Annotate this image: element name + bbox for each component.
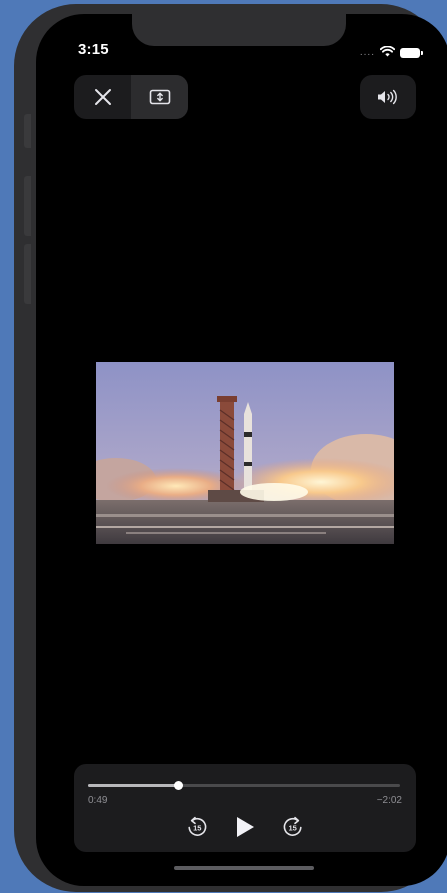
skip-forward-15-icon: 15 xyxy=(283,816,302,836)
playback-controls-panel: 0:49 −2:02 15 15 xyxy=(74,764,416,852)
skip-back-15-icon: 15 xyxy=(188,816,207,836)
playback-buttons: 15 15 xyxy=(74,810,416,844)
remaining-time: −2:02 xyxy=(376,795,402,806)
volume-down-button xyxy=(24,244,31,304)
play-button[interactable] xyxy=(234,815,256,839)
skip-forward-button[interactable]: 15 xyxy=(282,816,304,838)
elapsed-time: 0:49 xyxy=(88,795,108,806)
resize-button[interactable] xyxy=(131,75,188,119)
wifi-icon xyxy=(379,44,396,62)
signal-icon: .... xyxy=(359,47,375,58)
status-time: 3:15 xyxy=(78,41,109,58)
silent-switch xyxy=(24,114,31,148)
home-indicator[interactable] xyxy=(174,866,314,870)
rocket-launch-image xyxy=(96,362,394,544)
resize-icon xyxy=(149,89,170,105)
scrubber-progress xyxy=(88,784,179,787)
battery-icon xyxy=(400,48,423,58)
scrubber-track[interactable] xyxy=(88,781,400,790)
video-frame[interactable] xyxy=(96,362,394,544)
skip-forward-seconds: 15 xyxy=(289,824,297,833)
close-button[interactable] xyxy=(74,75,131,119)
volume-up-button xyxy=(24,176,31,236)
close-icon xyxy=(94,89,111,105)
scrubber-thumb[interactable] xyxy=(174,781,184,790)
screen: 3:15 .... 0:49 −2:02 15 15 xyxy=(36,14,447,886)
speaker-icon xyxy=(378,89,397,105)
top-control-group xyxy=(74,75,188,119)
status-icons: .... xyxy=(359,44,423,62)
volume-button[interactable] xyxy=(360,75,416,119)
play-icon xyxy=(237,817,254,837)
phone-frame: 3:15 .... 0:49 −2:02 15 15 xyxy=(14,4,447,892)
skip-back-seconds: 15 xyxy=(193,824,201,833)
notch xyxy=(132,14,346,46)
skip-back-button[interactable]: 15 xyxy=(186,816,208,838)
